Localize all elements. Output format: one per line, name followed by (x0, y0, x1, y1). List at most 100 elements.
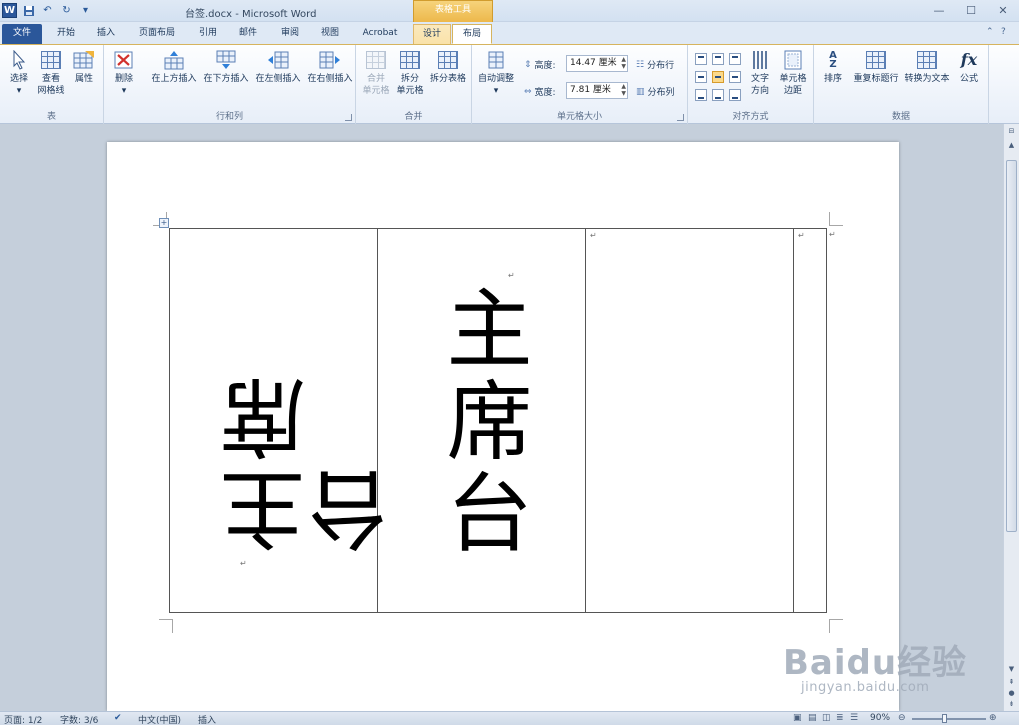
spinner-arrows-icon[interactable]: ▲ ▼ (621, 56, 626, 70)
document-page[interactable]: + 主席台 ↵ 主席台 ↵ ↵ ↵ ↵ (107, 142, 899, 711)
tab-page-layout[interactable]: 页面布局 (132, 24, 182, 44)
ribbon-tab-row: 文件 开始 插入 页面布局 引用 邮件 审阅 视图 Acrobat 设计 布局 … (0, 22, 1019, 44)
formula-button[interactable]: fx 公式 (954, 49, 984, 85)
full-screen-reading-icon[interactable]: ▤ (808, 713, 817, 723)
view-gridlines-button[interactable]: 查看 网格线 (34, 49, 68, 97)
sort-button[interactable]: AZ 排序 (818, 49, 848, 85)
tab-acrobat[interactable]: Acrobat (356, 24, 404, 44)
tab-design[interactable]: 设计 (413, 24, 451, 44)
spinner-arrows-icon[interactable]: ▲ ▼ (621, 83, 626, 97)
group-label-merge: 合并 (404, 112, 423, 122)
scrollbar-thumb[interactable] (1006, 160, 1017, 532)
insert-column-left-icon (267, 49, 289, 71)
table[interactable]: 主席台 ↵ 主席台 ↵ ↵ ↵ (169, 228, 827, 613)
select-browse-object-icon[interactable]: ● (1006, 688, 1017, 699)
tab-home[interactable]: 开始 (50, 24, 82, 44)
tab-file[interactable]: 文件 (2, 24, 42, 44)
autofit-button[interactable]: 自动调整 ▾ (476, 49, 516, 97)
vertical-scrollbar[interactable]: ⊟ ▲ ▼ ⇞ ● ⇟ (1003, 124, 1019, 711)
print-layout-view-icon[interactable]: ▣ (793, 713, 802, 723)
draft-view-icon[interactable]: ☰ (850, 713, 858, 723)
previous-page-icon[interactable]: ⇞ (1006, 677, 1017, 688)
align-top-center-icon[interactable] (712, 53, 724, 65)
word-logo-icon[interactable]: W (2, 3, 17, 18)
select-button[interactable]: 选择 ▾ (6, 49, 32, 97)
cell-end-mark-icon: ↵ (590, 231, 597, 240)
ribbon-minimize-icon[interactable]: ⌃ (986, 27, 994, 37)
cell-margins-icon (782, 49, 804, 71)
close-icon[interactable]: ✕ (987, 0, 1019, 20)
zoom-slider-thumb[interactable] (942, 714, 948, 723)
outline-view-icon[interactable]: ≣ (836, 713, 844, 723)
language-indicator[interactable]: 中文(中国) (138, 713, 181, 725)
tab-mailings[interactable]: 邮件 (232, 24, 264, 44)
align-top-right-icon[interactable] (729, 53, 741, 65)
table-cell[interactable]: 主席台 ↵ (378, 229, 586, 612)
distribute-columns-icon: ▥ (636, 86, 645, 97)
word-count[interactable]: 字数: 3/6 (60, 713, 98, 725)
crop-mark-bottom-right (829, 619, 843, 633)
distribute-rows-button[interactable]: ☷ 分布行 (636, 58, 674, 72)
convert-to-text-button[interactable]: 转换为文本 (902, 49, 952, 85)
table-cell[interactable]: ↵ (794, 229, 827, 612)
align-middle-left-icon[interactable] (695, 71, 707, 83)
table-cell[interactable]: ↵ (586, 229, 794, 612)
group-label-alignment: 对齐方式 (732, 112, 769, 122)
merge-cells-button[interactable]: 合并 单元格 (360, 49, 392, 97)
tab-references[interactable]: 引用 (192, 24, 224, 44)
delete-table-icon (113, 49, 135, 71)
insert-mode-indicator[interactable]: 插入 (198, 713, 216, 725)
insert-above-button[interactable]: 在上方插入 (148, 49, 200, 85)
quick-access-toolbar: W ↶ ↻ ▾ (2, 3, 93, 18)
dialog-launcher-icon[interactable] (345, 114, 352, 121)
align-middle-center-icon[interactable] (712, 71, 724, 83)
tab-view[interactable]: 视图 (314, 24, 346, 44)
page-count[interactable]: 页面: 1/2 (4, 713, 42, 725)
tab-review[interactable]: 审阅 (274, 24, 306, 44)
zoom-slider[interactable] (912, 718, 986, 720)
document-area: + 主席台 ↵ 主席台 ↵ ↵ ↵ ↵ (0, 124, 1003, 711)
dialog-launcher-icon[interactable] (677, 114, 684, 121)
tab-layout[interactable]: 布局 (452, 24, 492, 44)
text-direction-button[interactable]: 文字 方向 (746, 49, 774, 97)
help-icon[interactable]: ? (1001, 27, 1006, 37)
zoom-level[interactable]: 90% (870, 713, 890, 723)
insert-left-button[interactable]: 在左侧插入 (252, 49, 304, 85)
scroll-down-icon[interactable]: ▼ (1006, 664, 1017, 675)
save-icon[interactable] (21, 3, 36, 18)
cell-margins-button[interactable]: 单元格 边距 (776, 49, 810, 97)
insert-below-button[interactable]: 在下方插入 (200, 49, 252, 85)
undo-icon[interactable]: ↶ (40, 3, 55, 18)
distribute-columns-button[interactable]: ▥ 分布列 (636, 85, 675, 99)
table-move-handle-icon[interactable]: + (159, 218, 169, 228)
delete-button[interactable]: 删除 ▾ (110, 49, 138, 97)
align-bottom-right-icon[interactable] (729, 89, 741, 101)
scroll-up-icon[interactable]: ▲ (1006, 140, 1017, 151)
split-table-button[interactable]: 拆分表格 (428, 49, 468, 85)
align-bottom-left-icon[interactable] (695, 89, 707, 101)
redo-icon[interactable]: ↻ (59, 3, 74, 18)
height-spinner[interactable]: 14.47 厘米 ▲ ▼ (566, 55, 628, 72)
properties-button[interactable]: 属性 (70, 49, 98, 85)
height-label: ⇕ 高度: (524, 59, 556, 72)
align-bottom-center-icon[interactable] (712, 89, 724, 101)
ruler-toggle-icon[interactable]: ⊟ (1006, 126, 1017, 137)
align-middle-right-icon[interactable] (729, 71, 741, 83)
tab-insert[interactable]: 插入 (90, 24, 122, 44)
zoom-out-icon[interactable]: ⊖ (898, 713, 906, 723)
proofing-check-icon[interactable]: ✔ (114, 713, 122, 723)
group-label-data: 数据 (891, 112, 910, 122)
align-top-left-icon[interactable] (695, 53, 707, 65)
repeat-header-rows-button[interactable]: 重复标题行 (850, 49, 902, 85)
customize-qat-icon[interactable]: ▾ (78, 3, 93, 18)
width-spinner[interactable]: 7.81 厘米 ▲ ▼ (566, 82, 628, 99)
maximize-icon[interactable]: ☐ (955, 0, 987, 20)
split-cells-button[interactable]: 拆分 单元格 (394, 49, 426, 97)
table-cell[interactable]: 主席台 ↵ (170, 229, 407, 612)
web-layout-icon[interactable]: ◫ (822, 713, 831, 723)
zoom-in-icon[interactable]: ⊕ (989, 713, 997, 723)
ribbon: 选择 ▾ 查看 网格线 属性 表 删除 ▾ 在上方插入 在下方插入 在左侧插入 … (0, 44, 1019, 124)
insert-right-button[interactable]: 在右侧插入 (304, 49, 356, 85)
next-page-icon[interactable]: ⇟ (1006, 699, 1017, 710)
minimize-icon[interactable]: — (923, 0, 955, 20)
